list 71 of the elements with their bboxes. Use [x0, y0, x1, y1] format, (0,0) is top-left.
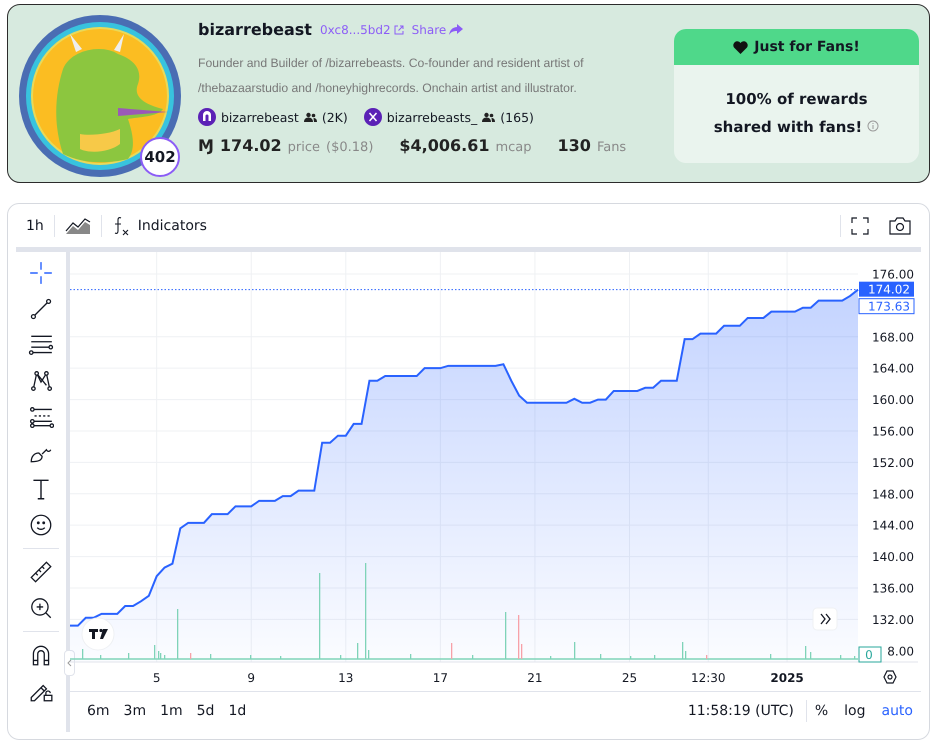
range-button[interactable]: 5d	[190, 703, 222, 719]
social-handle[interactable]: bizarrebeasts_	[386, 110, 478, 124]
range-button[interactable]: 1d	[221, 703, 254, 719]
camera-icon[interactable]	[889, 216, 911, 234]
time-axis-label: 21	[527, 671, 543, 685]
fans-label: Fans	[596, 140, 626, 155]
time-axis-label: 17	[432, 671, 448, 685]
fullscreen-icon[interactable]	[851, 216, 869, 234]
time-axis-label: 2025	[770, 671, 804, 685]
social-handle[interactable]: bizarrebeast	[221, 110, 299, 124]
level-badge: 402	[140, 137, 180, 177]
currency-symbol: Ɱ	[198, 136, 214, 155]
scroll-right-button[interactable]	[812, 608, 838, 630]
people-icon	[304, 112, 317, 122]
heart-icon	[733, 40, 748, 54]
price-axis-label: 160.00	[872, 393, 914, 408]
settings-icon[interactable]	[883, 670, 897, 684]
time-axis-label: 12:30	[690, 671, 726, 685]
profile-bio: Founder and Builder of /bizarrebeasts. Co-founder and resident artist of /thebazaarstudio and /honeyhighrecords. Onchain artist and illustrator.	[198, 55, 584, 97]
price-label: 173.63	[858, 298, 914, 314]
price-axis-label: 156.00	[872, 424, 914, 438]
range-button[interactable]: 1m	[153, 703, 190, 719]
price-axis-label: 148.00	[872, 487, 914, 502]
fans-message: 100% of rewards shared with fans!	[714, 90, 868, 136]
fib-tool-icon[interactable]	[28, 404, 54, 430]
time-axis-label: 13	[338, 671, 354, 685]
clock: 11:58:19 (UTC)	[686, 703, 795, 719]
follower-count: (165)	[500, 110, 534, 124]
time-axis-label: 9	[247, 671, 256, 685]
price-axis-label: 132.00	[872, 612, 914, 627]
range-button[interactable]: 6m	[80, 703, 117, 719]
mcap-value: $4,006.61	[399, 136, 490, 155]
chart-type-icon[interactable]	[64, 216, 91, 234]
crosshair-tool-icon[interactable]	[28, 260, 54, 286]
arch-icon[interactable]	[198, 108, 216, 126]
pattern-tool-icon[interactable]	[28, 368, 54, 394]
price-value: 174.02	[220, 136, 282, 155]
price-label: 174.02	[859, 282, 914, 297]
price-axis-label: 140.00	[872, 550, 914, 564]
time-axis-label: 25	[622, 671, 638, 685]
interval-button[interactable]: 1h	[16, 212, 54, 238]
x-icon[interactable]	[364, 108, 382, 126]
price-axis-label: 144.00	[872, 518, 914, 533]
profile-name: bizarrebeast	[198, 20, 312, 39]
follower-count: (2K)	[322, 110, 348, 124]
emoji-tool-icon[interactable]	[28, 512, 54, 538]
zoom-tool-icon[interactable]	[28, 595, 54, 621]
price-axis-label: 176.00	[872, 267, 914, 282]
logo-icon	[82, 618, 114, 650]
range-button[interactable]: 3m	[116, 703, 154, 719]
people-icon	[482, 112, 496, 122]
external-link-icon	[394, 24, 404, 34]
price-axis-label: 164.00	[872, 362, 914, 376]
ruler-tool-icon[interactable]	[28, 559, 54, 585]
price-axis-label: 168.00	[872, 330, 914, 344]
indicators-button[interactable]: Indicators	[102, 212, 217, 238]
price-axis-label: 136.00	[872, 581, 914, 596]
fans-count: 130	[558, 136, 591, 155]
trend-line-tool-icon[interactable]	[28, 296, 54, 322]
mcap-label: mcap	[496, 140, 532, 155]
scale-option[interactable]: %	[806, 703, 836, 719]
scale-option[interactable]: auto	[873, 703, 921, 719]
price-axis-label: 8.00	[887, 644, 914, 658]
fans-card-title: Just for Fans!	[754, 39, 860, 55]
scale-option[interactable]: log	[836, 703, 874, 719]
price-label: price	[288, 140, 320, 155]
price-axis-label: 152.00	[872, 456, 914, 470]
price-usd: ($0.18)	[326, 140, 374, 155]
share-icon	[449, 24, 464, 36]
time-axis-label: 5	[152, 671, 160, 685]
volume-label: 0	[858, 646, 882, 662]
